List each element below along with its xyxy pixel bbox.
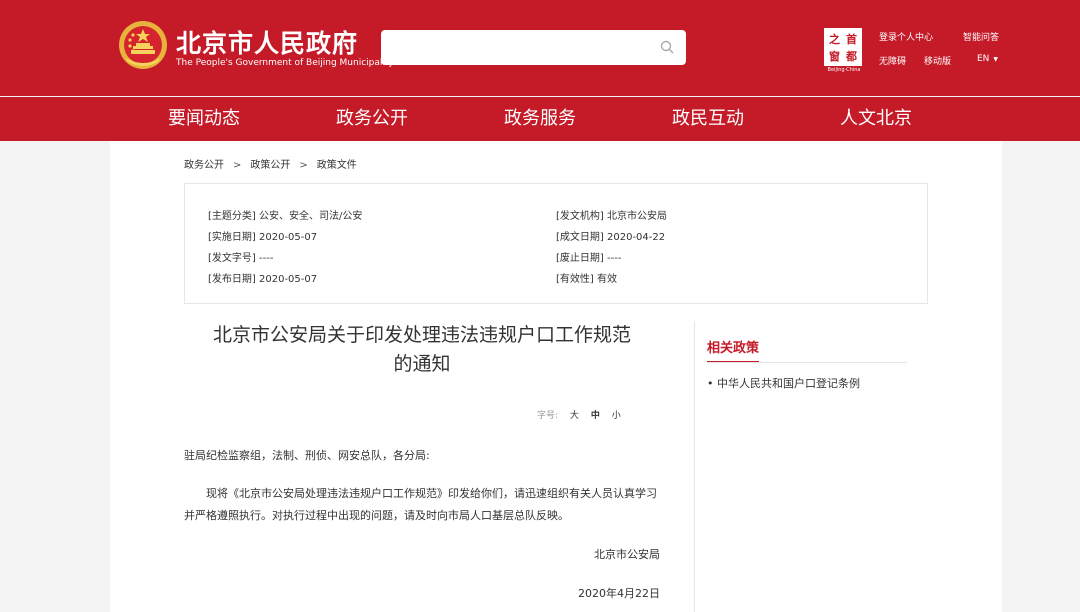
main-content: 政务公开 > 政策公开 > 政策文件 [主题分类] 公安、安全、司法/公安 [发文机构]… (110, 141, 1002, 612)
font-size-control: 字号: 大 中 小 (537, 408, 621, 421)
caret-down-icon: ▼ (993, 56, 999, 63)
article-date: 2020年4月22日 (578, 587, 660, 600)
related-policy-item[interactable]: • 中华人民共和国户口登记条例 (707, 375, 907, 391)
meta-expire-date: [废止日期] ---- (556, 253, 622, 264)
font-size-medium-button[interactable]: 中 (591, 411, 600, 421)
barrier-free-link[interactable]: 无障碍 (879, 54, 906, 67)
article-body: 现将《北京市公安局处理违法违规户口工作规范》印发给你们，请迅速组织有关人员认真学… (184, 487, 657, 522)
national-emblem-icon[interactable] (118, 20, 168, 70)
meta-issuer: [发文机构] 北京市公安局 (556, 211, 667, 222)
article: 北京市公安局关于印发处理违法违规户口工作规范 的通知 字号: 大 中 小 驻局纪… (184, 321, 660, 600)
site-title[interactable]: 北京市人民政府 (176, 24, 358, 60)
main-nav: 要闻动态 政务公开 政务服务 政民互动 人文北京 (0, 97, 1080, 141)
meta-pub-date: [发布日期] 2020-05-07 (208, 274, 318, 285)
logo-char: 都 (846, 49, 857, 63)
language-selector[interactable]: EN ▼ (977, 54, 998, 64)
meta-validity: [有效性] 有效 (556, 274, 617, 285)
site-subtitle: The People's Government of Beijing Munic… (176, 58, 394, 68)
mobile-version-link[interactable]: 移动版 (924, 54, 951, 67)
font-size-small-button[interactable]: 小 (612, 411, 621, 421)
meta-topic: [主题分类] 公安、安全、司法/公安 (208, 211, 363, 222)
breadcrumb-policy-open[interactable]: 政策公开 (250, 160, 290, 171)
logo-char: 窗 (829, 49, 840, 63)
document-metadata: [主题分类] 公安、安全、司法/公安 [发文机构] 北京市公安局 [实施日期] … (184, 183, 928, 304)
login-link[interactable]: 登录个人中心 (879, 30, 933, 43)
meta-impl-date: [实施日期] 2020-05-07 (208, 232, 318, 243)
font-size-label: 字号: (537, 411, 559, 421)
breadcrumb-separator: > (299, 160, 308, 171)
nav-item-interaction[interactable]: 政民互动 (624, 97, 792, 141)
breadcrumb-policy-files[interactable]: 政策文件 (317, 160, 357, 171)
search-input[interactable] (381, 30, 686, 65)
top-header: 北京市人民政府 The People's Government of Beiji… (0, 0, 1080, 96)
related-policies: 相关政策 • 中华人民共和国户口登记条例 (707, 337, 907, 391)
meta-form-date: [成文日期] 2020-04-22 (556, 232, 666, 243)
sidebar-divider (707, 362, 907, 363)
search-icon[interactable] (660, 40, 674, 54)
logo-caption: Beijing·China (827, 67, 861, 73)
capital-window-logo[interactable]: 之 首 窗 都 Beijing·China (824, 28, 864, 73)
logo-char: 首 (846, 32, 857, 46)
article-salutation: 驻局纪检监察组，法制、刑侦、网安总队，各分局: (184, 449, 430, 462)
language-label: EN (977, 54, 990, 64)
article-title: 北京市公安局关于印发处理违法违规户口工作规范 的通知 (212, 324, 631, 375)
nav-item-news[interactable]: 要闻动态 (120, 97, 288, 141)
smart-qa-link[interactable]: 智能问答 (963, 30, 999, 43)
nav-item-gov-affairs-open[interactable]: 政务公开 (288, 97, 456, 141)
logo-char: 之 (829, 32, 840, 46)
article-signature: 北京市公安局 (594, 548, 660, 561)
breadcrumb-separator: > (233, 160, 242, 171)
meta-doc-no: [发文字号] ---- (208, 253, 274, 264)
font-size-large-button[interactable]: 大 (570, 411, 579, 421)
column-divider (694, 321, 695, 612)
breadcrumb: 政务公开 > 政策公开 > 政策文件 (184, 156, 357, 171)
nav-item-gov-services[interactable]: 政务服务 (456, 97, 624, 141)
nav-item-culture[interactable]: 人文北京 (792, 97, 960, 141)
related-policies-title: 相关政策 (707, 337, 760, 363)
breadcrumb-gov-affairs-open[interactable]: 政务公开 (184, 160, 224, 171)
